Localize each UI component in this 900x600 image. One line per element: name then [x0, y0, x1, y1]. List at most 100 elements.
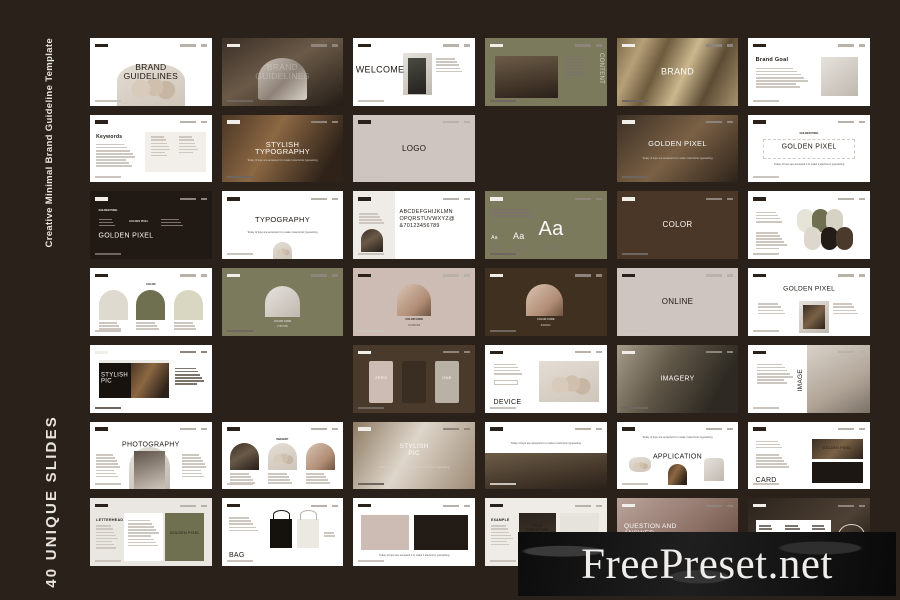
slide-nav	[837, 197, 865, 200]
logo-mark-icon	[753, 350, 767, 354]
slide-thumbnail-24[interactable]: GOLDEN PIXEL	[748, 268, 870, 336]
slide-footer	[358, 253, 385, 256]
slide-thumbnail-38[interactable]: BAG	[221, 498, 344, 566]
slide-thumbnail-36[interactable]: GOLDEN PIXEL JAMES ANNE CARD	[748, 421, 870, 490]
slide-header	[748, 422, 870, 437]
page-number	[200, 274, 207, 277]
slide-grid: BRAND GUIDELINES BRAND GUIDELINES WELCOME CON…	[90, 38, 870, 566]
slide-thumbnail-39[interactable]: Today of lupo are accepted it to make it…	[353, 498, 475, 566]
slide-thumbnail-13[interactable]: GOLDEN PIXEL GOLDEN PIXEL GOLDEN PIXEL	[90, 191, 212, 260]
slide-thumbnail-31[interactable]: PHOTOGRAPHY	[90, 421, 212, 490]
slide-thumbnail-9[interactable]: LOGO	[353, 114, 475, 183]
slide-footer	[95, 406, 121, 409]
page-number	[200, 121, 207, 124]
slide-logo	[95, 43, 108, 48]
slide-thumbnail-34[interactable]: Today of lupo are accepted it to make it…	[484, 421, 607, 490]
slide-footer	[489, 406, 516, 409]
slide-thumbnail-2[interactable]: BRAND GUIDELINES	[221, 38, 344, 106]
nav-label	[837, 197, 854, 200]
slide-title: PHOTOGRAPHY	[122, 440, 180, 448]
slide-thumbnail-28[interactable]: DEVICE	[484, 344, 607, 413]
slide-thumbnail-3[interactable]: WELCOME	[353, 38, 475, 106]
slide-footer	[753, 176, 780, 179]
slide-nav	[442, 197, 470, 200]
slide-thumbnail-5[interactable]: BRAND	[616, 38, 739, 106]
slide-footer	[358, 483, 385, 486]
slide-footer	[226, 253, 253, 256]
slide-logo	[753, 273, 767, 278]
slide-thumbnail-6[interactable]: Brand Goal	[748, 38, 870, 106]
page-number	[463, 44, 470, 47]
slide-title: CARD	[755, 477, 777, 485]
page-number	[200, 427, 207, 431]
slide-thumbnail-14[interactable]: TYPOGRAPHY Today of lupo are accepted it …	[221, 191, 344, 260]
slide-thumbnail-32[interactable]: IMAGERY	[221, 421, 344, 490]
slide-thumbnail-27[interactable]: ZERO ONE	[353, 344, 475, 413]
slide-footer	[489, 253, 516, 256]
nav-label	[837, 44, 854, 47]
slide-footer	[226, 176, 253, 179]
slide-thumbnail-21[interactable]: COLOR CODE #CDBCB3	[353, 268, 475, 336]
logo-mark-icon	[226, 427, 240, 431]
slide-footer	[621, 253, 648, 256]
page-number	[332, 197, 339, 200]
page-number	[858, 121, 865, 124]
slide-title: ONLINE	[661, 296, 694, 306]
slide-header	[748, 268, 870, 283]
slide-logo	[489, 427, 503, 431]
slide-nav	[442, 44, 470, 47]
watermark-text: FreePreset.net	[581, 540, 833, 588]
slide-thumbnail-15[interactable]: ABCDEFGHIJKLMN OPQRSTUVWXYZ@ &70123456789	[353, 191, 475, 260]
slide-thumbnail-12[interactable]: GOLDEN PIXEL Today of lupo are accepted i…	[748, 114, 870, 183]
logo-mark-icon	[95, 43, 108, 48]
page-number	[858, 44, 865, 47]
slide-thumbnail-25[interactable]: STYLISH PIC	[90, 344, 212, 413]
slide-footer	[621, 406, 648, 409]
slide-header	[485, 422, 607, 437]
slide-thumbnail-23[interactable]: ONLINE	[616, 268, 739, 336]
slide-thumbnail-1[interactable]: BRAND GUIDELINES	[90, 38, 212, 106]
slide-footer	[95, 253, 121, 256]
slide-nav	[179, 351, 207, 354]
slide-nav	[311, 427, 339, 431]
slide-footer	[358, 406, 385, 409]
slide-logo	[753, 197, 767, 201]
page-number	[463, 504, 470, 507]
screenshot-root: Creative Minimal Brand Guideline Templat…	[0, 0, 900, 600]
slide-logo	[753, 427, 767, 431]
slide-title: BRAND GUIDELINES	[123, 61, 179, 81]
slide-thumbnail-10[interactable]	[485, 115, 607, 183]
slide-thumbnail-33[interactable]: STYLISH PIC Today of lupo are accepted it …	[353, 421, 475, 490]
slide-title: LOGO	[401, 143, 427, 153]
slide-thumbnail-16[interactable]: Aa Aa Aa	[484, 191, 607, 260]
slide-thumbnail-35[interactable]: Today of lupo are accepted it to make it…	[616, 421, 739, 490]
slide-thumbnail-20[interactable]: COLOR CODE #7B7A5D	[221, 268, 344, 336]
slide-header	[353, 498, 475, 513]
page-number	[595, 427, 602, 431]
slide-thumbnail-11[interactable]: GOLDEN PIXEL Today of lupo are accepted i…	[616, 114, 739, 183]
slide-header	[485, 345, 607, 360]
slide-thumbnail-22[interactable]: COLOR CODE #40301F	[484, 268, 607, 336]
slide-thumbnail-19[interactable]: COLOR	[90, 268, 212, 336]
slide-thumbnail-17[interactable]: COLOR	[616, 191, 739, 260]
slide-title: STYLISH TYPOGRAPHY	[254, 139, 311, 157]
slide-title: STYLISH PIC	[399, 443, 429, 458]
slide-nav	[179, 274, 207, 277]
logo-mark-icon	[489, 350, 503, 354]
slide-nav	[837, 427, 865, 431]
slide-thumbnail-26[interactable]	[222, 345, 344, 413]
slide-thumbnail-30[interactable]: IMAGE	[748, 344, 870, 413]
slide-thumbnail-4[interactable]: CONTENT	[484, 38, 607, 106]
slide-thumbnail-37[interactable]: LETTERHEAD GOLDEN PIXEL	[90, 498, 212, 566]
slide-title: GOLDEN PIXEL	[783, 285, 836, 293]
slide-thumbnail-29[interactable]: IMAGERY	[616, 344, 739, 413]
slide-thumbnail-18[interactable]	[748, 191, 870, 260]
slide-thumbnail-8[interactable]: STYLISH TYPOGRAPHY Today of lupo are accep…	[221, 114, 344, 183]
slide-logo	[226, 197, 240, 201]
logo-mark-icon	[753, 43, 767, 48]
nav-label	[442, 197, 459, 200]
slide-title: GOLDEN PIXEL	[648, 139, 707, 149]
slide-title: DEVICE	[493, 399, 522, 407]
slide-thumbnail-7[interactable]: Keywords	[90, 114, 212, 183]
slide-nav	[442, 504, 470, 507]
